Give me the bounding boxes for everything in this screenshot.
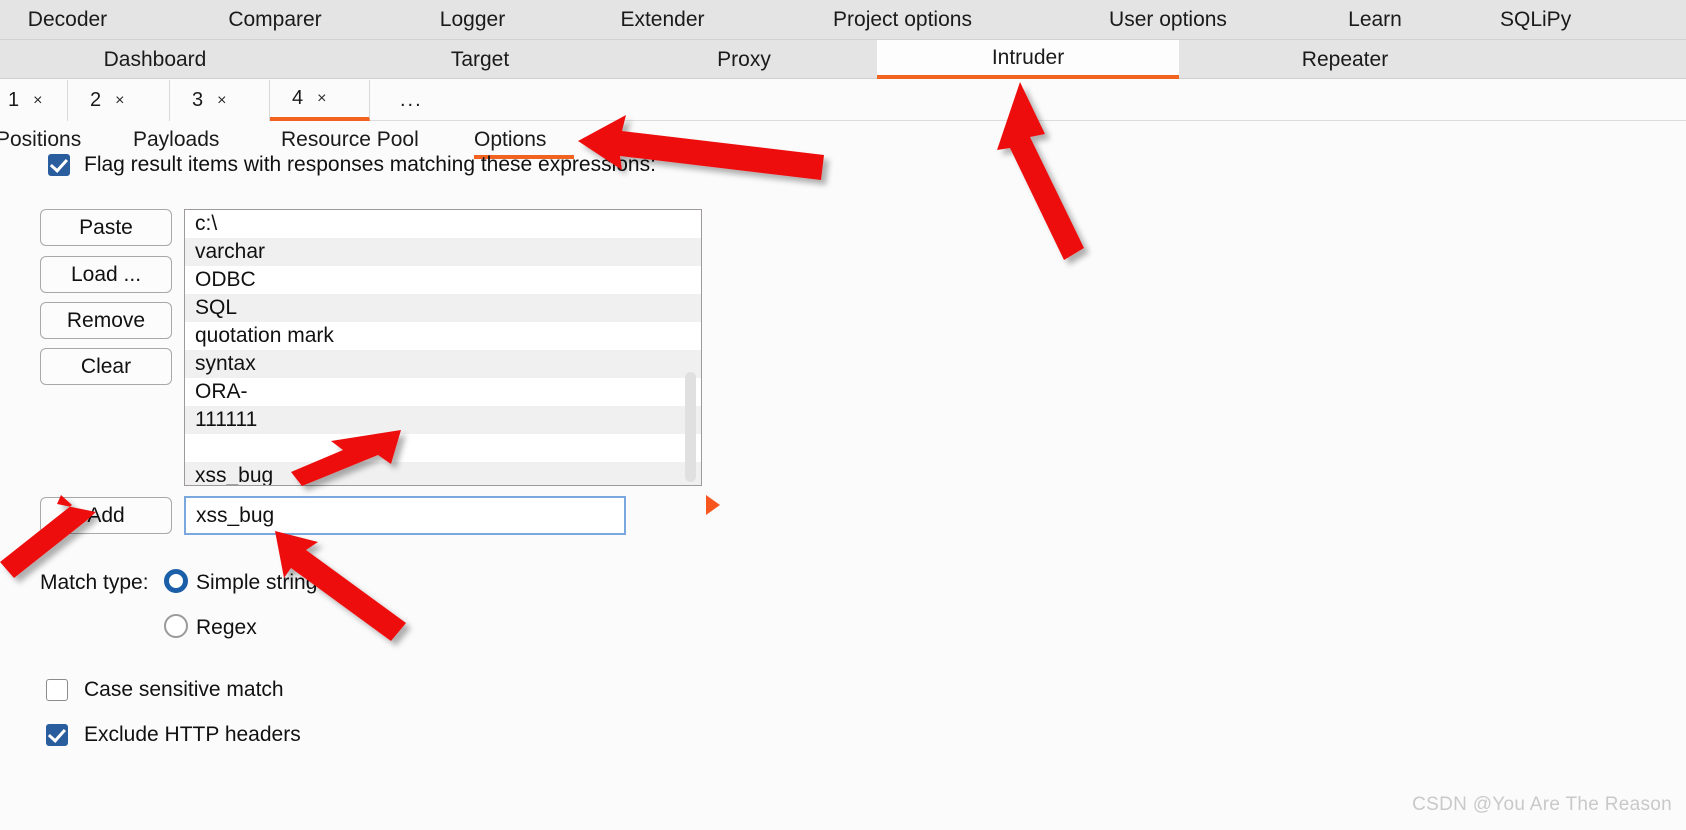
attack-tab-2-label: 2 [90, 89, 102, 111]
list-item[interactable]: 111111 [185, 406, 701, 434]
list-item[interactable]: varchar [185, 238, 701, 266]
tab-dashboard[interactable]: Dashboard [66, 40, 244, 79]
list-item[interactable]: quotation mark [185, 322, 701, 350]
list-item[interactable]: ORA- [185, 378, 701, 406]
exclude-http-headers-checkbox[interactable] [46, 724, 68, 746]
remove-button[interactable]: Remove [40, 302, 172, 339]
attack-tab-bar: 1 × 2 × 3 × 4 × ... [0, 80, 1686, 121]
attack-tab-more[interactable]: ... [378, 80, 445, 121]
exclude-http-headers-label: Exclude HTTP headers [84, 723, 301, 746]
watermark: CSDN @You Are The Reason [1412, 794, 1672, 815]
exclude-http-headers-row[interactable]: Exclude HTTP headers [46, 723, 301, 747]
main-tab-bar: Dashboard Target Proxy Intruder Repeater [0, 40, 1686, 79]
menu-item-sqlipy[interactable]: SQLiPy [1500, 0, 1650, 40]
close-icon[interactable]: × [217, 92, 226, 110]
attack-tab-3[interactable]: 3 × [170, 80, 270, 121]
attack-tab-4[interactable]: 4 × [270, 80, 370, 121]
attack-tab-1-label: 1 [8, 89, 20, 111]
options-panel: Flag result items with responses matchin… [0, 153, 1686, 830]
paste-button[interactable]: Paste [40, 209, 172, 246]
menu-item-logger[interactable]: Logger [410, 0, 535, 40]
attack-tab-3-label: 3 [192, 89, 204, 111]
menu-item-decoder[interactable]: Decoder [0, 0, 135, 40]
list-item[interactable]: ODBC [185, 266, 701, 294]
play-triangle-icon [706, 495, 720, 515]
expression-list-scrollbar[interactable] [685, 372, 696, 482]
case-sensitive-checkbox[interactable] [46, 679, 68, 701]
radio-simple-string[interactable] [164, 569, 188, 593]
add-expression-input[interactable] [184, 496, 626, 535]
radio-simple-string-label: Simple string [196, 571, 318, 594]
radio-regex[interactable] [164, 614, 188, 638]
match-type-label: Match type: [40, 571, 149, 594]
tab-intruder[interactable]: Intruder [877, 40, 1179, 79]
top-menu-bar: Decoder Comparer Logger Extender Project… [0, 0, 1686, 40]
menu-item-project-options[interactable]: Project options [790, 0, 1015, 40]
list-item[interactable]: xss_bug [185, 462, 701, 485]
burp-suite-window: Decoder Comparer Logger Extender Project… [0, 0, 1686, 830]
close-icon[interactable]: × [33, 92, 42, 110]
attack-tab-2[interactable]: 2 × [68, 80, 170, 121]
close-icon[interactable]: × [317, 90, 326, 108]
radio-regex-label: Regex [196, 616, 257, 639]
tab-proxy[interactable]: Proxy [664, 40, 824, 79]
attack-tab-1[interactable]: 1 × [0, 80, 68, 121]
close-icon[interactable]: × [115, 92, 124, 110]
add-button[interactable]: Add [40, 497, 172, 534]
tab-target[interactable]: Target [396, 40, 564, 79]
list-item[interactable] [185, 434, 701, 462]
menu-item-extender[interactable]: Extender [590, 0, 735, 40]
flag-result-items-checkbox[interactable] [48, 154, 70, 176]
case-sensitive-label: Case sensitive match [84, 678, 284, 701]
list-item[interactable]: syntax [185, 350, 701, 378]
list-item[interactable]: SQL [185, 294, 701, 322]
menu-item-learn[interactable]: Learn [1310, 0, 1440, 40]
flag-result-items-label: Flag result items with responses matchin… [84, 153, 656, 176]
menu-item-comparer[interactable]: Comparer [200, 0, 350, 40]
menu-item-user-options[interactable]: User options [1068, 0, 1268, 40]
case-sensitive-row[interactable]: Case sensitive match [46, 678, 284, 702]
expression-list[interactable]: c:\ varchar ODBC SQL quotation mark synt… [184, 209, 702, 486]
tab-repeater[interactable]: Repeater [1260, 40, 1430, 79]
load-button[interactable]: Load ... [40, 256, 172, 293]
flag-result-items-row[interactable]: Flag result items with responses matchin… [48, 153, 656, 177]
list-item[interactable]: c:\ [185, 210, 701, 238]
attack-tab-4-label: 4 [292, 87, 304, 109]
clear-button[interactable]: Clear [40, 348, 172, 385]
